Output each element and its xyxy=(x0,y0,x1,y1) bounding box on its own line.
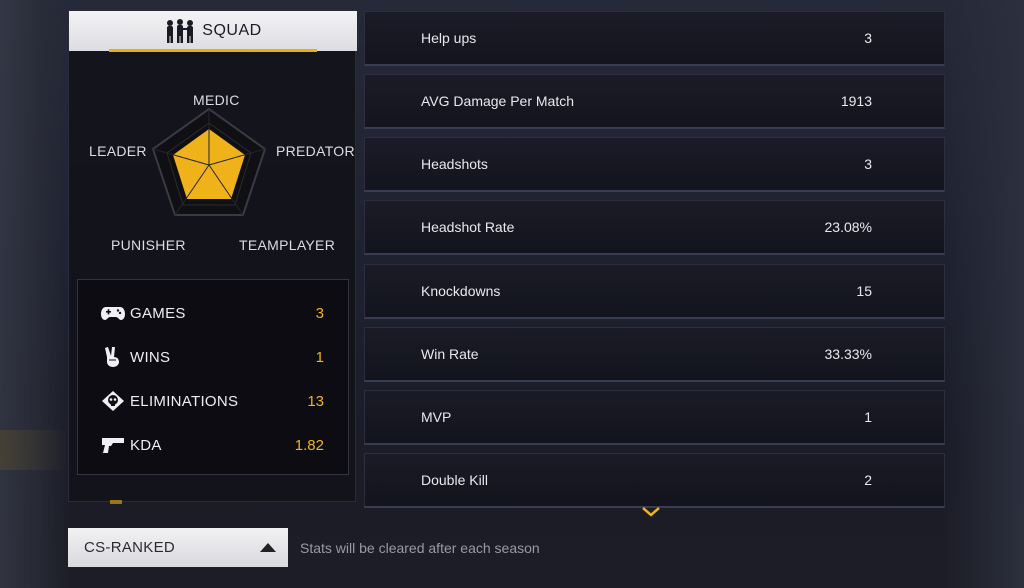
summary-row-eliminations: ELIMINATIONS 13 xyxy=(100,386,324,416)
playstyle-radar: MEDIC LEADER PREDATOR PUNISHER TEAMPLAYE… xyxy=(69,55,357,277)
detail-name: Knockdowns xyxy=(421,283,501,299)
detail-value: 1 xyxy=(864,409,872,425)
detail-row: AVG Damage Per Match 1913 xyxy=(364,74,945,129)
radar-label-predator: PREDATOR xyxy=(276,143,355,159)
mode-dropdown[interactable]: CS-RANKED xyxy=(68,528,288,567)
squad-header: SQUAD xyxy=(69,11,357,52)
squad-silhouettes-icon xyxy=(164,18,196,44)
eliminations-value: 13 xyxy=(307,392,324,410)
summary-stats: GAMES 3 WINS 1 ELIMINATIONS 13 KDA 1.82 xyxy=(77,279,349,475)
wins-label: WINS xyxy=(130,348,171,366)
gamepad-icon xyxy=(100,302,126,324)
victory-hand-icon xyxy=(100,346,126,368)
scroll-down-chevron-icon[interactable] xyxy=(641,505,661,523)
detail-name: Double Kill xyxy=(421,472,488,488)
radar-label-punisher: PUNISHER xyxy=(111,237,186,253)
detail-value: 33.33% xyxy=(824,346,872,362)
summary-row-wins: WINS 1 xyxy=(100,342,324,372)
detail-name: Win Rate xyxy=(421,346,479,362)
season-reset-note: Stats will be cleared after each season xyxy=(300,540,540,556)
detail-name: AVG Damage Per Match xyxy=(421,93,575,109)
detail-row: MVP 1 xyxy=(364,390,945,445)
detail-value: 3 xyxy=(864,30,872,46)
detail-row: Headshots 3 xyxy=(364,137,945,192)
background-light-strip xyxy=(0,430,70,470)
games-label: GAMES xyxy=(130,304,186,322)
skull-badge-icon xyxy=(100,390,126,412)
summary-row-kda: KDA 1.82 xyxy=(100,430,324,460)
squad-panel: SQUAD MEDIC LEADER PREDATOR PUNISHER TEA… xyxy=(68,10,357,502)
background-left-wall xyxy=(0,0,70,588)
radar-chart xyxy=(151,107,267,216)
pistol-icon xyxy=(100,434,126,456)
squad-title: SQUAD xyxy=(202,22,262,39)
detail-name: Headshots xyxy=(421,156,488,172)
detail-name: Help ups xyxy=(421,30,477,46)
detail-row: Headshot Rate 23.08% xyxy=(364,200,945,255)
summary-row-games: GAMES 3 xyxy=(100,298,324,328)
panel-scroll-indicator xyxy=(110,500,122,504)
mode-dropdown-value: CS-RANKED xyxy=(84,539,176,556)
detail-row: Double Kill 2 xyxy=(364,453,945,508)
radar-label-leader: LEADER xyxy=(89,143,147,159)
detail-row: Help ups 3 xyxy=(364,11,945,66)
detail-value: 15 xyxy=(856,283,872,299)
detail-row: Knockdowns 15 xyxy=(364,264,945,319)
games-value: 3 xyxy=(315,304,324,322)
detail-value: 2 xyxy=(864,472,872,488)
background-right-wall xyxy=(944,0,1024,588)
detail-value: 1913 xyxy=(840,93,872,109)
kda-value: 1.82 xyxy=(294,436,324,454)
detail-row: Win Rate 33.33% xyxy=(364,327,945,382)
wins-value: 1 xyxy=(315,348,324,366)
eliminations-label: ELIMINATIONS xyxy=(130,392,239,410)
detail-value: 23.08% xyxy=(824,219,872,235)
detail-name: Headshot Rate xyxy=(421,219,515,235)
kda-label: KDA xyxy=(130,436,162,454)
caret-up-icon xyxy=(260,543,276,552)
detail-value: 3 xyxy=(864,156,872,172)
detail-name: MVP xyxy=(421,409,452,425)
radar-label-teamplayer: TEAMPLAYER xyxy=(239,237,336,253)
